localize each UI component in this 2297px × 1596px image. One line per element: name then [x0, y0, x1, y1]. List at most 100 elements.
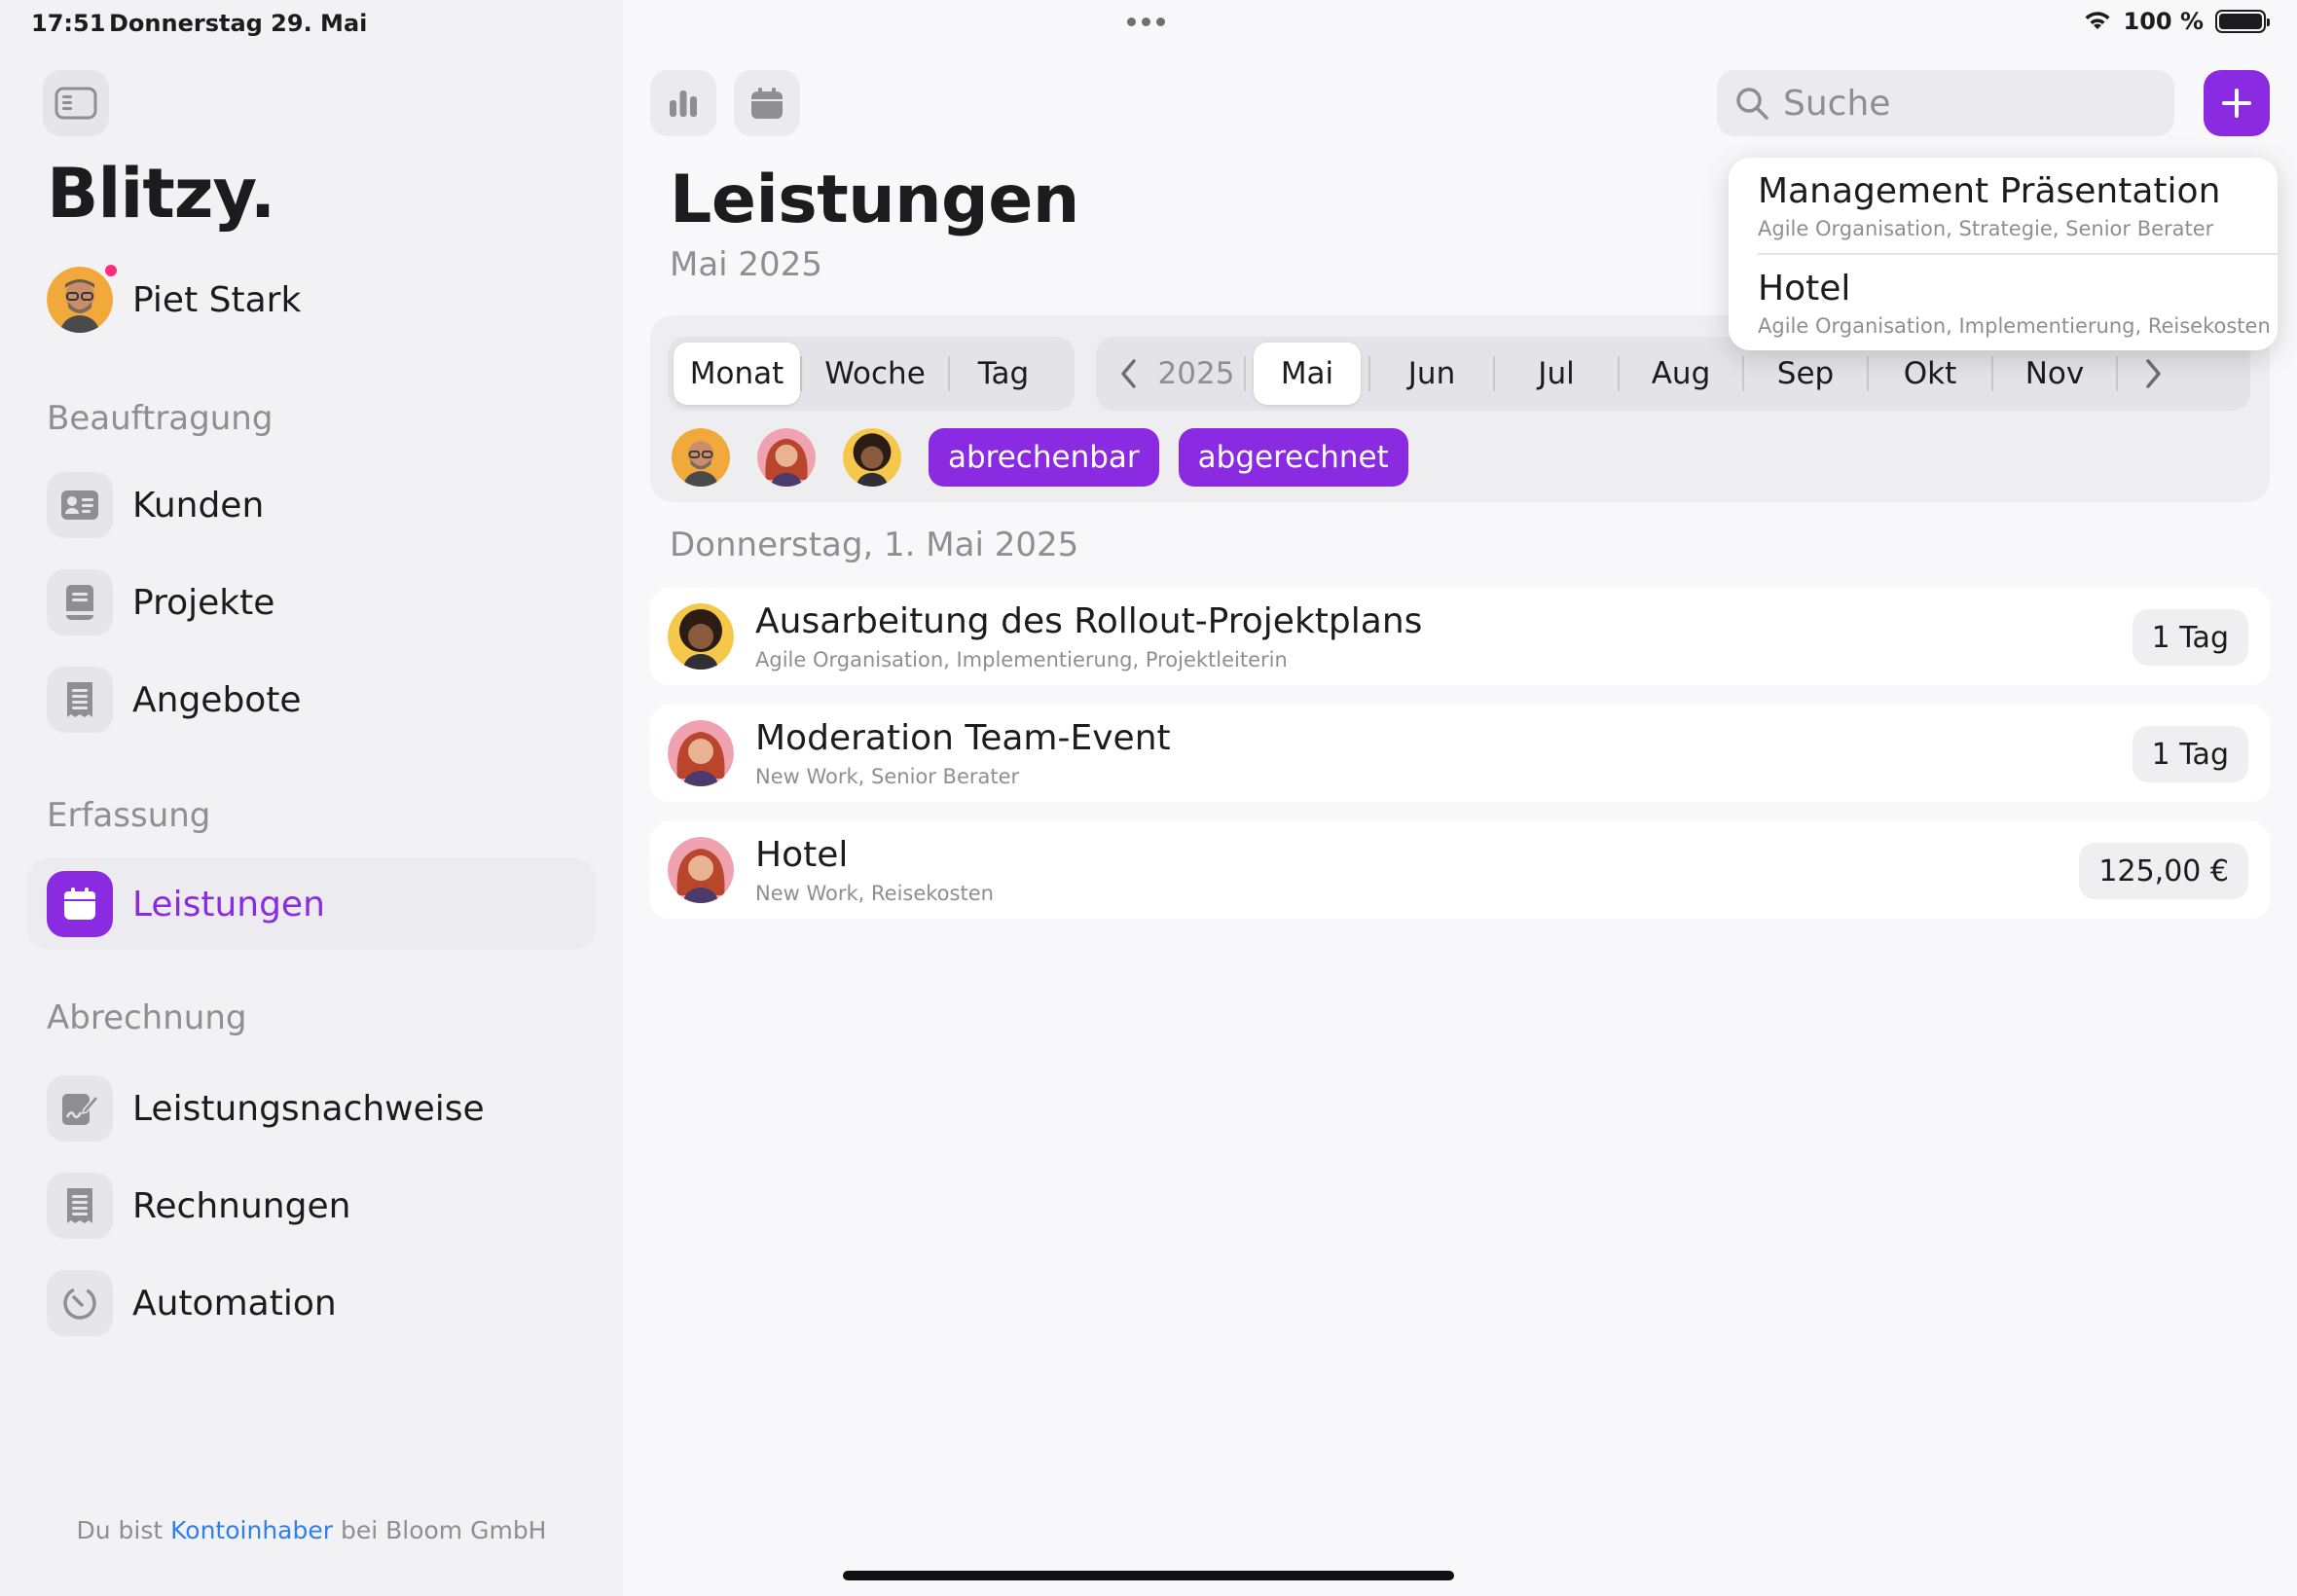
sidebar: Blitzy. Piet Stark Beauftragung Kunden P… — [0, 0, 623, 1596]
entry-title: Moderation Team-Event — [755, 718, 1171, 758]
filter-avatar-piet[interactable] — [672, 428, 730, 487]
sidebar-item-leistungen[interactable]: Leistungen — [27, 858, 596, 950]
suggestion-title: Management Präsentation — [1758, 171, 2221, 211]
entry-title: Ausarbeitung des Rollout-Projektplans — [755, 601, 1423, 641]
chevron-right-icon — [2146, 359, 2161, 388]
entry-amount-badge: 1 Tag — [2132, 609, 2248, 666]
period-woche[interactable]: Woche — [802, 343, 948, 405]
bar-chart-icon — [670, 91, 697, 117]
signed-document-icon — [47, 1075, 113, 1142]
add-button[interactable] — [2204, 70, 2270, 136]
suggestion-item[interactable]: Management Präsentation Agile Organisati… — [1758, 171, 2264, 240]
sidebar-item-automation[interactable]: Automation — [27, 1257, 596, 1349]
sidebar-item-label: Rechnungen — [132, 1185, 351, 1226]
search-input[interactable]: Suche — [1717, 70, 2174, 136]
sidebar-toggle-button[interactable] — [43, 70, 109, 136]
month-okt[interactable]: Okt — [1877, 343, 1984, 405]
sidebar-item-angebote[interactable]: Angebote — [27, 654, 596, 745]
page-title: Leistungen — [670, 162, 1079, 238]
user-name: Piet Stark — [132, 279, 302, 320]
year-label: 2025 — [1157, 356, 1235, 391]
multitasking-dots-icon[interactable] — [1127, 18, 1165, 26]
account-note: Du bist Kontoinhaber bei Bloom GmbH — [76, 1516, 547, 1544]
battery-icon — [2215, 10, 2270, 33]
filter-avatar-redhair[interactable] — [757, 428, 816, 487]
suggestion-item[interactable]: Hotel Agile Organisation, Implementierun… — [1758, 269, 2271, 338]
search-suggestions-dropdown: Management Präsentation Agile Organisati… — [1729, 158, 2278, 350]
month-aug[interactable]: Aug — [1627, 343, 1734, 405]
list-item[interactable]: Moderation Team-Event New Work, Senior B… — [650, 705, 2270, 802]
account-owner-link[interactable]: Kontoinhaber — [170, 1516, 333, 1544]
calendar-view-button[interactable] — [734, 70, 800, 136]
receipt-icon — [47, 1173, 113, 1239]
page-subtitle: Mai 2025 — [670, 245, 822, 284]
status-bar: 17:51 Donnerstag 29. Mai 100 % — [0, 0, 2297, 47]
filter-avatar-curly[interactable] — [843, 428, 901, 487]
search-icon — [1736, 88, 1768, 120]
next-button[interactable] — [2126, 343, 2180, 405]
statistics-button[interactable] — [650, 70, 716, 136]
entry-subtitle: Agile Organisation, Implementierung, Pro… — [755, 648, 1288, 671]
timer-icon — [47, 1270, 113, 1336]
wifi-icon — [2085, 12, 2109, 29]
avatar-redhair — [668, 720, 734, 786]
avatar-curly — [668, 603, 734, 670]
status-time: 17:51 — [31, 10, 106, 37]
sidebar-item-label: Kunden — [132, 485, 265, 526]
sidebar-item-leistungsnachweise[interactable]: Leistungsnachweise — [27, 1063, 596, 1154]
user-profile[interactable]: Piet Stark — [47, 263, 302, 333]
sidebar-item-label: Angebote — [132, 679, 302, 720]
month-jun[interactable]: Jun — [1378, 343, 1485, 405]
period-tag[interactable]: Tag — [950, 343, 1057, 405]
notification-dot — [103, 263, 119, 278]
avatar-redhair — [668, 837, 734, 903]
month-jul[interactable]: Jul — [1503, 343, 1610, 405]
month-sep[interactable]: Sep — [1752, 343, 1859, 405]
status-right: 100 % — [2083, 8, 2270, 35]
entry-title: Hotel — [755, 835, 849, 875]
document-list-icon — [47, 667, 113, 733]
sidebar-item-kunden[interactable]: Kunden — [27, 459, 596, 551]
filter-tag-abgerechnet[interactable]: abgerechnet — [1178, 428, 1408, 487]
suggestion-subtitle: Agile Organisation, Strategie, Senior Be… — [1758, 217, 2214, 240]
suggestion-title: Hotel — [1758, 269, 1851, 308]
status-date: Donnerstag 29. Mai — [109, 10, 368, 37]
filter-row: abrechenbar abgerechnet — [672, 428, 1408, 487]
sidebar-item-rechnungen[interactable]: Rechnungen — [27, 1160, 596, 1251]
period-monat[interactable]: Monat — [674, 343, 800, 405]
battery-percentage: 100 % — [2123, 8, 2205, 35]
plus-icon — [2222, 89, 2251, 118]
section-title-erfassung: Erfassung — [47, 796, 211, 835]
section-title-beauftragung: Beauftragung — [47, 399, 273, 438]
calendar-icon — [751, 88, 783, 119]
section-title-abrechnung: Abrechnung — [47, 998, 247, 1037]
sidebar-item-projekte[interactable]: Projekte — [27, 557, 596, 648]
app-logo: Blitzy. — [47, 154, 275, 234]
day-header: Donnerstag, 1. Mai 2025 — [670, 526, 1079, 564]
sidebar-icon — [55, 87, 97, 120]
chevron-left-icon — [1121, 359, 1136, 388]
avatar-piet — [47, 267, 113, 333]
filter-tag-abrechenbar[interactable]: abrechenbar — [929, 428, 1159, 487]
previous-button[interactable] — [1102, 343, 1156, 405]
search-placeholder: Suche — [1783, 83, 1891, 124]
list-item[interactable]: Ausarbeitung des Rollout-Projektplans Ag… — [650, 588, 2270, 685]
book-icon — [47, 569, 113, 635]
entry-amount-badge: 125,00 € — [2079, 843, 2248, 899]
divider — [1758, 253, 2278, 255]
calendar-icon — [47, 871, 113, 937]
sidebar-item-label: Leistungen — [132, 884, 325, 925]
sidebar-item-label: Projekte — [132, 582, 275, 623]
sidebar-item-label: Automation — [132, 1283, 337, 1324]
period-segmented-control: Monat Woche Tag — [668, 337, 1075, 411]
list-item[interactable]: Hotel New Work, Reisekosten 125,00 € — [650, 821, 2270, 919]
entry-amount-badge: 1 Tag — [2132, 726, 2248, 782]
month-nov[interactable]: Nov — [2001, 343, 2108, 405]
contact-card-icon — [47, 472, 113, 538]
entry-subtitle: New Work, Senior Berater — [755, 765, 1020, 788]
home-indicator[interactable] — [843, 1571, 1454, 1580]
entry-subtitle: New Work, Reisekosten — [755, 882, 994, 905]
month-mai[interactable]: Mai — [1254, 343, 1361, 405]
suggestion-subtitle: Agile Organisation, Implementierung, Rei… — [1758, 314, 2271, 338]
sidebar-item-label: Leistungsnachweise — [132, 1088, 485, 1129]
